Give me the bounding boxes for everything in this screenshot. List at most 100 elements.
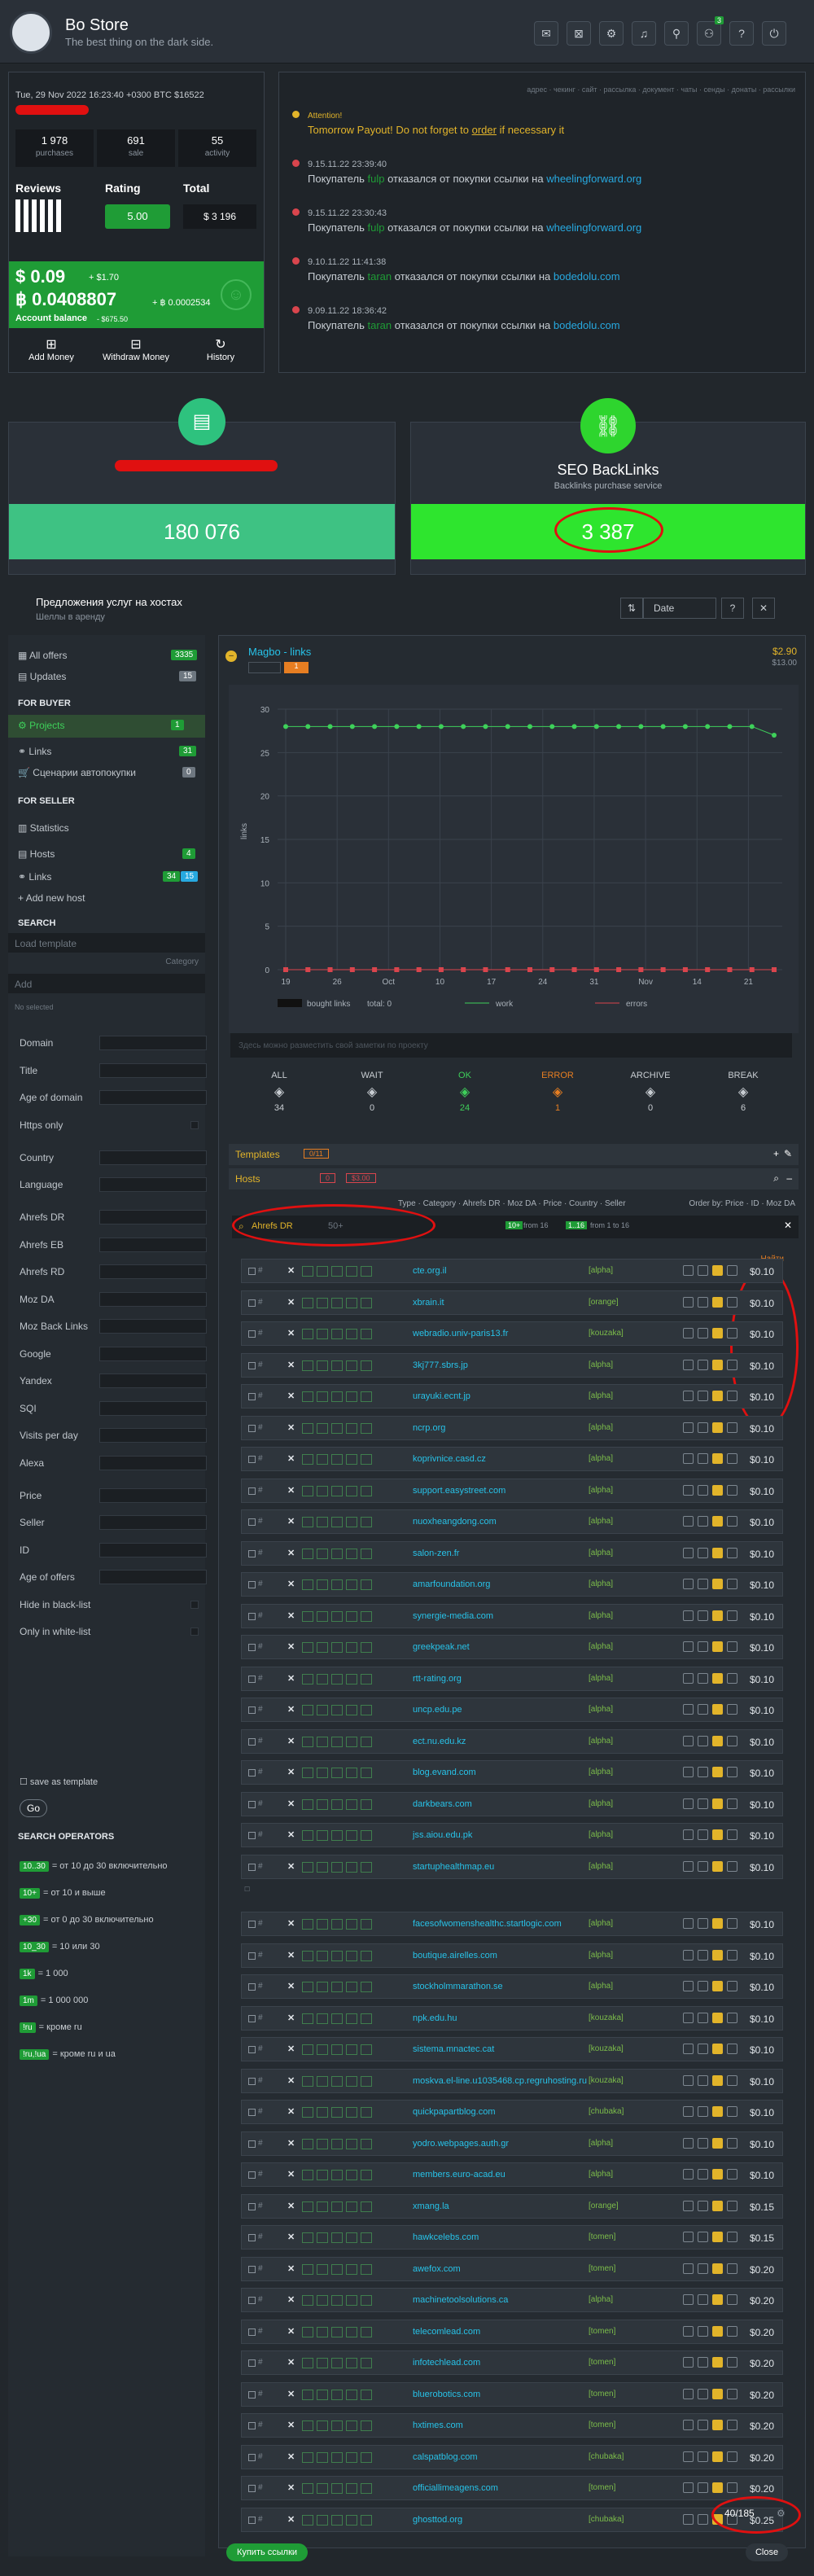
table-row[interactable]: # ✕ moskva.el-line.u1035468.cp.regruhostin… (241, 2068, 783, 2093)
row-action-icon[interactable] (698, 2388, 708, 2399)
row-action-icon[interactable] (698, 1547, 708, 1558)
row-action-icon[interactable] (727, 1767, 737, 1777)
row-domain[interactable]: webradio.univ-paris13.fr (413, 1329, 508, 1338)
row-checkbox[interactable] (248, 2202, 256, 2210)
row-domain[interactable]: koprivnice.casd.cz (413, 1454, 486, 1464)
row-domain[interactable]: awefox.com (413, 2264, 461, 2274)
question-icon[interactable]: ? (729, 21, 754, 46)
table-row[interactable]: # ✕ sistema.mnactec.cat [kouzaka] $0.10 (241, 2037, 783, 2061)
row-action-icon[interactable] (698, 1484, 708, 1496)
row-action-icon[interactable] (712, 1641, 723, 1652)
row-action-icon[interactable] (683, 1547, 694, 1558)
row-checkbox[interactable] (248, 2109, 256, 2116)
row-domain[interactable]: darkbears.com (413, 1799, 472, 1809)
row-action-icon[interactable] (683, 2012, 694, 2023)
row-action-icon[interactable] (698, 2420, 708, 2430)
row-action-icon[interactable] (712, 1422, 723, 1433)
remove-icon[interactable]: ✕ (287, 1767, 295, 1777)
row-action-icon[interactable] (683, 1391, 694, 1401)
row-action-icon[interactable] (727, 1547, 737, 1558)
row-action-icon[interactable] (712, 1579, 723, 1589)
row-action-icon[interactable] (683, 1328, 694, 1338)
row-action-icon[interactable] (698, 2044, 708, 2054)
row-action-icon[interactable] (698, 2169, 708, 2180)
status-tab-archive[interactable]: ARCHIVE ◈ 0 (610, 1071, 691, 1113)
add-host-link[interactable]: + Add new host (18, 892, 85, 904)
bell-icon[interactable]: ♫ (632, 21, 656, 46)
row-domain[interactable]: xbrain.it (413, 1298, 444, 1308)
row-action-icon[interactable] (712, 2106, 723, 2117)
row-action-icon[interactable] (683, 1296, 694, 1308)
order-link[interactable]: order (472, 124, 497, 136)
row-action-icon[interactable] (712, 1547, 723, 1558)
row-domain[interactable]: startuphealthmap.eu (413, 1862, 494, 1872)
row-action-icon[interactable] (727, 1672, 737, 1684)
table-row[interactable]: # ✕ 3kj777.sbrs.jp [alpha] $0.10 (241, 1352, 783, 1378)
map-pin-icon[interactable]: ⚲ (664, 21, 689, 46)
add-template-icon[interactable]: + (773, 1148, 779, 1159)
remove-icon[interactable]: ✕ (287, 1422, 295, 1433)
row-domain[interactable]: boutique.airelles.com (413, 1951, 497, 1960)
filter-input[interactable] (99, 1428, 207, 1443)
row-action-icon[interactable] (698, 1767, 708, 1777)
sidebar-item-links[interactable]: ⚭ Links (18, 746, 51, 757)
row-action-icon[interactable] (727, 1829, 737, 1840)
table-row[interactable]: # ✕ stockholmmarathon.se [alpha] $0.10 (241, 1974, 783, 1999)
remove-icon[interactable]: ✕ (287, 2420, 295, 2430)
row-checkbox[interactable] (248, 1706, 256, 1714)
remove-icon[interactable]: ✕ (287, 1861, 295, 1872)
row-action-icon[interactable] (683, 2263, 694, 2274)
row-checkbox[interactable] (248, 1952, 256, 1960)
filter-input[interactable] (99, 1542, 207, 1557)
row-checkbox[interactable] (248, 1863, 256, 1871)
remove-icon[interactable]: ✕ (287, 1548, 295, 1558)
sort-icon[interactable]: ⇅ (620, 598, 643, 619)
row-checkbox[interactable] (248, 2297, 256, 2304)
store-title[interactable]: Bo Store (65, 16, 129, 35)
row-action-icon[interactable] (727, 1579, 737, 1589)
row-action-icon[interactable] (698, 2200, 708, 2211)
row-domain[interactable]: hawkcelebs.com (413, 2232, 479, 2242)
row-action-icon[interactable] (698, 2263, 708, 2274)
row-domain[interactable]: stockholmmarathon.se (413, 1982, 503, 1991)
news-site-link[interactable]: bodedolu.com (554, 319, 620, 331)
row-action-icon[interactable] (698, 2137, 708, 2149)
row-action-icon[interactable] (683, 2074, 694, 2086)
project-tab[interactable] (248, 662, 281, 673)
row-action-icon[interactable] (683, 2044, 694, 2054)
filter-input[interactable] (99, 1237, 207, 1252)
status-tab-break[interactable]: BREAK ◈ 6 (702, 1071, 784, 1113)
remove-icon[interactable]: ✕ (287, 2326, 295, 2337)
row-checkbox[interactable] (248, 1737, 256, 1746)
table-row[interactable]: # ✕ ect.nu.edu.kz [alpha] $0.10 (241, 1728, 783, 1754)
remove-icon[interactable]: ✕ (287, 1673, 295, 1684)
row-domain[interactable]: greekpeak.net (413, 1642, 470, 1652)
row-action-icon[interactable] (712, 2357, 723, 2368)
hosts-bar[interactable]: Hosts 0 $3.00 ⌕ – (229, 1168, 799, 1189)
row-domain[interactable]: calspatblog.com (413, 2452, 478, 2462)
table-row[interactable]: # ✕ machinetoolsolutions.ca [alpha] $0.20 (241, 2288, 783, 2312)
row-domain[interactable]: telecomlead.com (413, 2327, 480, 2337)
table-row[interactable]: # ✕ darkbears.com [alpha] $0.10 (241, 1791, 783, 1816)
close-button[interactable]: Close (746, 2543, 788, 2561)
comment-input[interactable]: Здесь можно разместить свой заметки по п… (230, 1033, 792, 1058)
row-action-icon[interactable] (712, 1860, 723, 1872)
filter-input[interactable] (99, 1062, 207, 1078)
row-action-icon[interactable] (698, 1918, 708, 1929)
sort-select[interactable]: Date (643, 598, 716, 619)
table-row[interactable]: # ✕ npk.edu.hu [kouzaka] $0.10 (241, 2005, 783, 2031)
row-action-icon[interactable] (698, 2232, 708, 2242)
row-checkbox[interactable] (248, 2234, 256, 2241)
row-checkbox[interactable] (248, 2453, 256, 2461)
table-row[interactable]: # ✕ greekpeak.net [alpha] $0.10 (241, 1635, 783, 1659)
row-action-icon[interactable] (683, 1484, 694, 1496)
withdraw-money-button[interactable]: ⊟ Withdraw Money (94, 331, 178, 372)
table-row[interactable]: # ✕ officiallimeagens.com [tomen] $0.20 (241, 2476, 783, 2500)
sidebar-item-all-offers[interactable]: ▦ All offers (18, 650, 67, 661)
row-domain[interactable]: ghosttod.org (413, 2515, 462, 2525)
filter-input[interactable] (99, 1373, 207, 1388)
filter-input[interactable] (99, 1177, 207, 1192)
row-action-icon[interactable] (683, 2200, 694, 2211)
row-domain[interactable]: facesofwomenshealthc.startlogic.com (413, 1919, 562, 1929)
filter-checkbox[interactable] (190, 1600, 199, 1609)
